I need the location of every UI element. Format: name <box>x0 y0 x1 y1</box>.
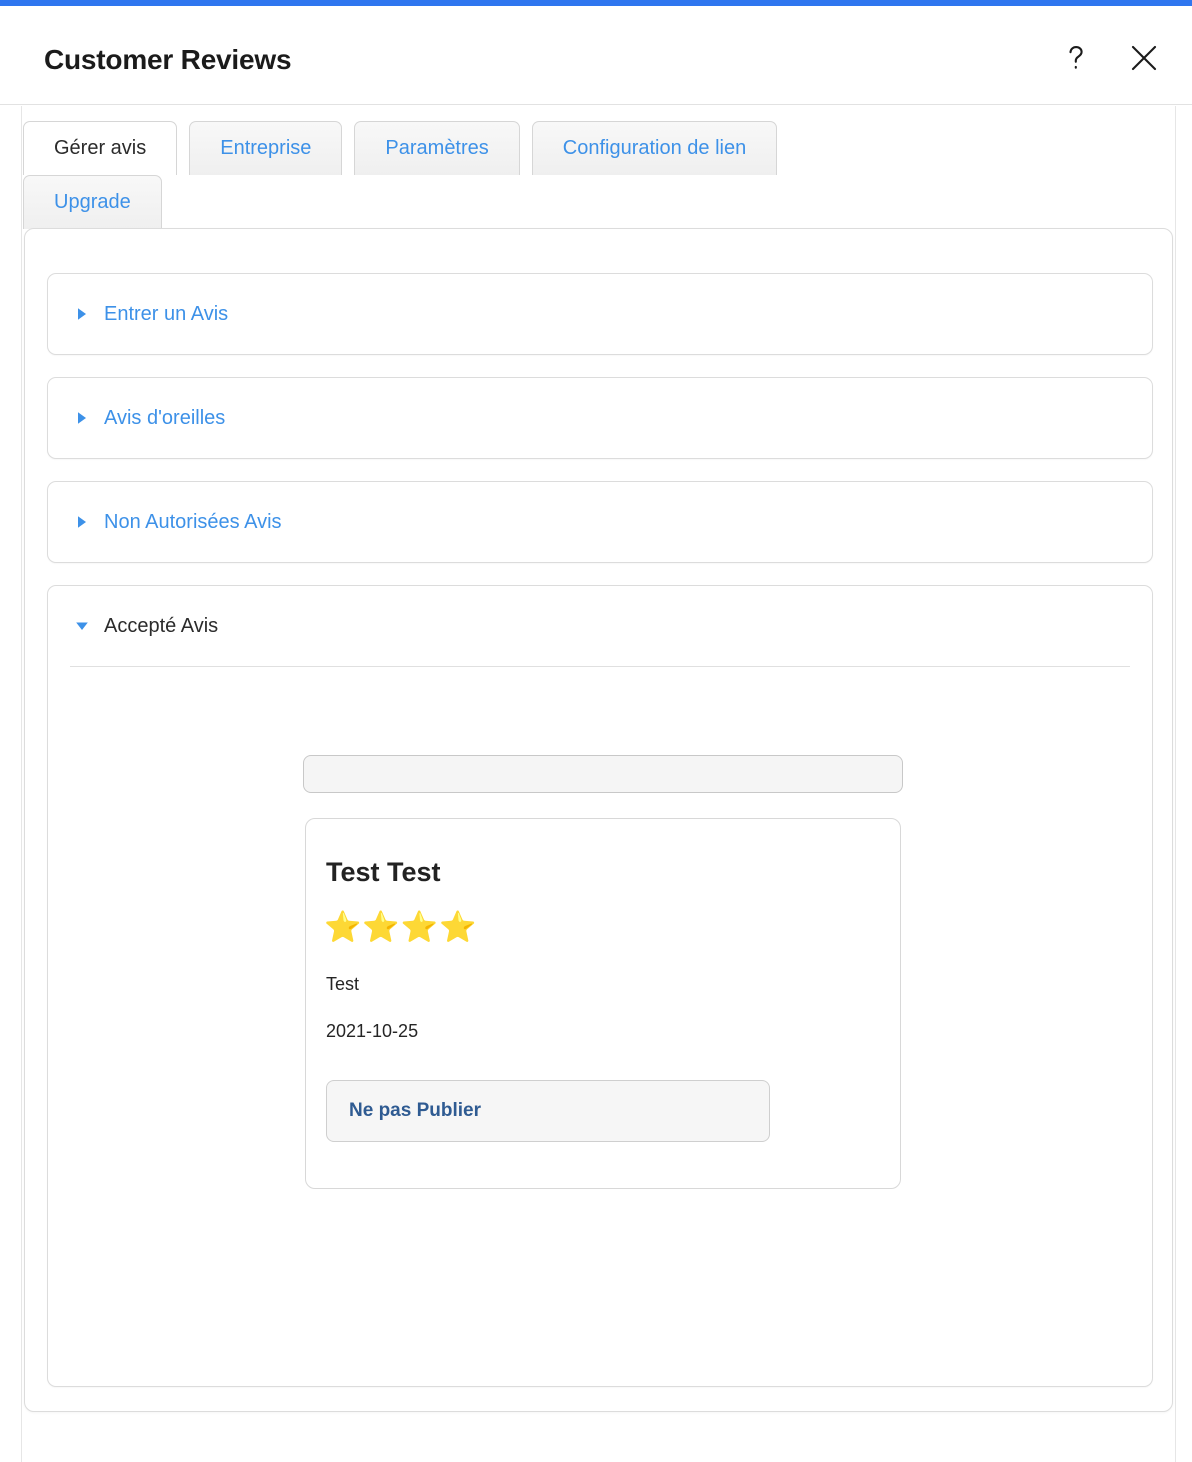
tab-label: Upgrade <box>54 191 131 213</box>
close-icon <box>1129 43 1159 73</box>
help-button[interactable] <box>1056 36 1096 80</box>
main-panel: Entrer un Avis Avis d'oreilles Non Autor… <box>24 228 1173 1412</box>
tab-bar: Gérer avis Entreprise Paramètres Configu… <box>23 121 1175 175</box>
reviewer-name: Test Test <box>326 857 441 887</box>
page-title: Customer Reviews <box>44 44 292 75</box>
review-body-text: Test <box>326 974 360 994</box>
star-filled-icon: ⭐ <box>439 911 478 944</box>
star-filled-icon: ⭐ <box>324 911 363 944</box>
window-header: Customer Reviews <box>0 6 1192 105</box>
accordion-label: Entrer un Avis <box>104 302 229 325</box>
unpublish-button[interactable]: Ne pas Publier <box>326 1080 770 1142</box>
question-mark-icon <box>1063 43 1089 73</box>
accordion-header-accepte-avis[interactable]: Accepté Avis <box>48 586 1152 666</box>
accordion-item-avis-d-oreilles: Avis d'oreilles <box>47 377 1153 459</box>
close-button[interactable] <box>1124 36 1164 80</box>
star-filled-icon: ⭐ <box>400 911 440 944</box>
tab-bar-row-2: Upgrade <box>23 175 174 229</box>
search-input[interactable] <box>303 755 903 793</box>
review-date: 2021-10-25 <box>326 1021 419 1041</box>
reviews-accordion: Entrer un Avis Avis d'oreilles Non Autor… <box>47 273 1153 1409</box>
accepted-reviews-body: Test Test ⭐⭐⭐⭐⭐ Test 2021-10-25 Ne pas P… <box>70 666 1130 1384</box>
star-rating: ⭐⭐⭐⭐⭐ <box>324 913 516 943</box>
tab-entreprise[interactable]: Entreprise <box>189 121 343 175</box>
accordion-item-entrer-un-avis: Entrer un Avis <box>47 273 1153 355</box>
tab-gerer-avis[interactable]: Gérer avis <box>23 121 178 175</box>
caret-right-icon <box>78 308 86 320</box>
tab-label: Gérer avis <box>54 137 147 159</box>
star-filled-icon: ⭐ <box>362 911 401 944</box>
tab-label: Entreprise <box>220 137 312 159</box>
accordion-header-avis-d-oreilles[interactable]: Avis d'oreilles <box>48 378 1152 458</box>
caret-down-icon <box>76 622 88 630</box>
accordion-label: Non Autorisées Avis <box>104 510 282 533</box>
tab-upgrade[interactable]: Upgrade <box>23 175 162 229</box>
caret-right-icon <box>78 412 86 424</box>
star-empty-icon: ⭐ <box>477 911 516 944</box>
page-content-wrapper: Gérer avis Entreprise Paramètres Configu… <box>21 106 1176 1462</box>
tab-label: Paramètres <box>385 137 489 159</box>
tab-parametres[interactable]: Paramètres <box>354 121 520 175</box>
header-actions <box>1056 36 1164 80</box>
accordion-item-accepte-avis: Accepté Avis Test Test ⭐⭐⭐⭐⭐ Test 2021-1… <box>47 585 1153 1387</box>
accordion-item-non-autorisees-avis: Non Autorisées Avis <box>47 481 1153 563</box>
accordion-label: Avis d'oreilles <box>104 406 226 429</box>
accordion-label: Accepté Avis <box>104 614 219 637</box>
tab-configuration-de-lien[interactable]: Configuration de lien <box>531 121 778 175</box>
review-card: Test Test ⭐⭐⭐⭐⭐ Test 2021-10-25 Ne pas P… <box>305 818 901 1189</box>
accordion-header-non-autorisees-avis[interactable]: Non Autorisées Avis <box>48 482 1152 562</box>
accordion-header-entrer-un-avis[interactable]: Entrer un Avis <box>48 274 1152 354</box>
tab-label: Configuration de lien <box>562 137 747 159</box>
caret-right-icon <box>78 516 86 528</box>
